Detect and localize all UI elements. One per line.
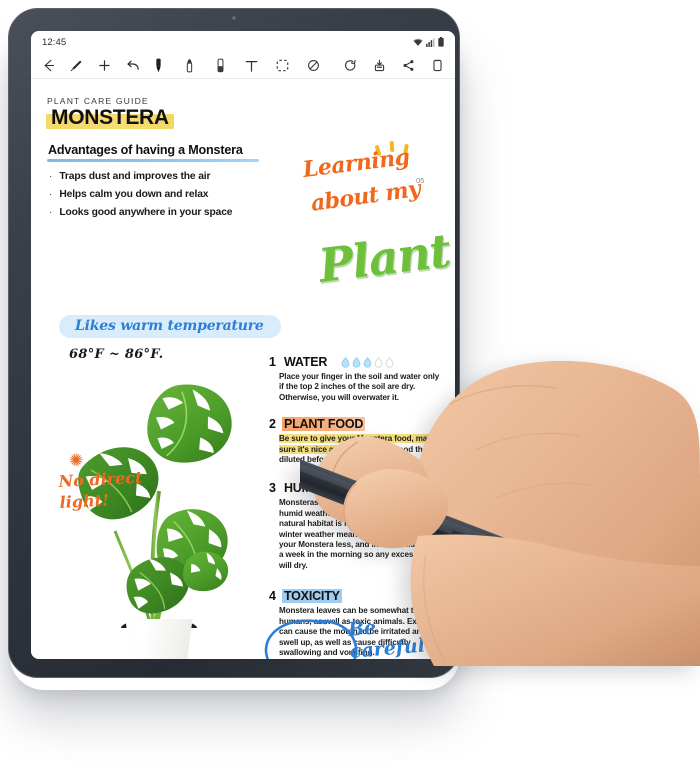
tool-eraser[interactable] [213, 58, 228, 73]
bullet-dot: · [49, 207, 53, 218]
status-bar: 12:45 [31, 31, 455, 53]
page-title-wrap: MONSTERA [46, 106, 174, 129]
share-button[interactable] [401, 58, 416, 73]
section-number: 1 [269, 355, 276, 369]
no-light-line-1: No direct [58, 467, 143, 491]
section-number: 2 [269, 417, 276, 432]
redo-button[interactable] [343, 58, 358, 73]
star-annotation-icon: ✺ [69, 451, 84, 470]
list-item: · Looks good anywhere in your space [49, 207, 232, 219]
list-item: · Traps dust and improves the air [49, 171, 232, 183]
status-system-icons [413, 37, 444, 47]
toolbar-right-group [343, 58, 445, 73]
page-number: 05 [416, 176, 425, 185]
tool-text[interactable] [244, 58, 259, 73]
temperature-pill-text: Likes warm temperature [75, 318, 264, 334]
front-camera-icon [232, 16, 236, 20]
back-button[interactable] [41, 58, 56, 73]
bullet-text: Looks good anywhere in your space [59, 207, 233, 218]
no-direct-light-annotation: No direct light! [58, 467, 144, 513]
status-clock: 12:45 [42, 36, 67, 48]
screenshot-scene: 12:45 PLANT CARE GUIDE MONSTERA Advantag… [0, 0, 700, 762]
add-page-button[interactable] [97, 58, 112, 73]
tool-palm-reject[interactable] [306, 58, 321, 73]
undo-button[interactable] [125, 58, 140, 73]
subtitle-underline [47, 159, 259, 162]
advantages-list: · Traps dust and improves the air · Help… [49, 165, 232, 219]
page-subtitle: Advantages of having a Monstera [48, 143, 243, 157]
handwriting-line-1: Learning [301, 144, 411, 183]
section-number: 4 [269, 589, 276, 604]
tool-pen[interactable] [151, 58, 166, 73]
battery-icon [438, 37, 444, 47]
wifi-icon [413, 38, 423, 47]
signal-icon [426, 37, 435, 47]
tool-highlighter[interactable] [182, 58, 197, 73]
toolbar-left-group [41, 58, 140, 73]
hand-with-stylus [300, 360, 700, 666]
tool-select[interactable] [275, 58, 290, 73]
list-item: · Helps calm you down and relax [49, 189, 232, 201]
page-kicker: PLANT CARE GUIDE [47, 96, 149, 106]
bullet-dot: · [49, 189, 53, 200]
toolbar-tools-group [151, 58, 321, 73]
more-button[interactable] [430, 58, 445, 73]
note-toolbar [31, 53, 455, 79]
no-light-line-2: light! [59, 490, 110, 512]
page-title: MONSTERA [51, 106, 169, 129]
plant-pot [125, 619, 193, 659]
bullet-text: Helps calm you down and relax [59, 189, 209, 200]
handwriting-line-2: about my [309, 175, 422, 217]
bullet-text: Traps dust and improves the air [59, 171, 211, 182]
save-button[interactable] [372, 58, 387, 73]
pen-settings-button[interactable] [69, 58, 84, 73]
section-number: 3 [269, 481, 276, 496]
bullet-dot: · [49, 171, 53, 182]
